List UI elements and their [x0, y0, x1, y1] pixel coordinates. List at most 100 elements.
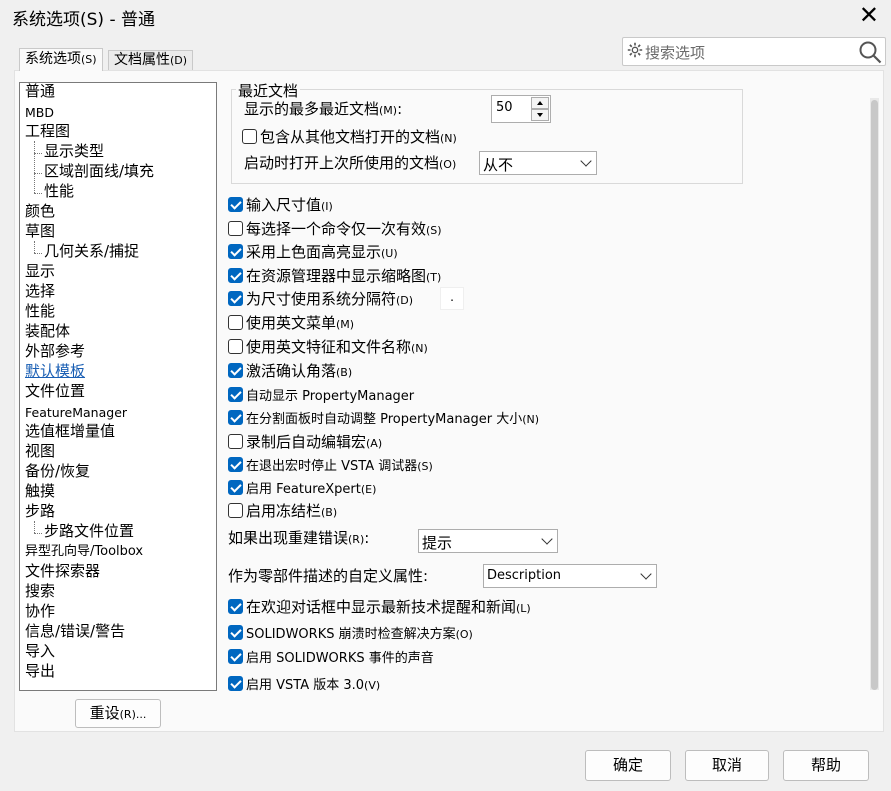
tree-item-colors[interactable]: 颜色: [25, 201, 55, 221]
option-row[interactable]: 输入尺寸值(I): [228, 194, 333, 214]
option-row[interactable]: 每选择一个命令仅一次有效(S): [228, 218, 442, 238]
tree-item-selection[interactable]: 选择: [25, 281, 55, 301]
tree-item-hole-wizard-toolbox[interactable]: 异型孔向导/Toolbox: [25, 542, 143, 562]
tree-item-export[interactable]: 导出: [25, 661, 55, 681]
tree-branch-line: [34, 153, 42, 154]
vertical-scrollbar[interactable]: [870, 98, 879, 690]
help-button[interactable]: 帮助: [783, 750, 869, 781]
option-row[interactable]: 使用英文菜单(M): [228, 312, 354, 332]
tab-system-options[interactable]: 系统选项(S): [19, 48, 103, 71]
option-text: 在欢迎对话框中显示最新技术提醒和新闻: [246, 597, 517, 616]
option-checkbox[interactable]: [228, 267, 243, 283]
close-icon[interactable]: ✕: [859, 2, 879, 28]
tree-item-touch[interactable]: 触摸: [25, 481, 55, 501]
tree-item-general[interactable]: 普通: [25, 83, 55, 101]
option-row[interactable]: 采用上色面高亮显示(U): [228, 241, 398, 261]
tab-document-properties[interactable]: 文档属性(D): [108, 50, 194, 70]
option-text: 启用 SOLIDWORKS 事件的声音: [246, 650, 434, 666]
option-row[interactable]: 在退出宏时停止 VSTA 调试器(S): [228, 454, 433, 474]
option-text: 激活确认角落: [246, 361, 337, 380]
startup-open-text: 启动时打开上次所使用的文档: [244, 154, 440, 172]
reset-button-key: (R)...: [119, 708, 147, 721]
option-row[interactable]: 在欢迎对话框中显示最新技术提醒和新闻(L): [228, 596, 531, 616]
option-checkbox[interactable]: [228, 433, 243, 449]
stepper-up-icon[interactable]: [531, 97, 549, 109]
search-input[interactable]: 搜索选项: [645, 42, 705, 63]
include-other-docs-checkbox[interactable]: [242, 128, 257, 144]
option-checkbox[interactable]: [228, 362, 243, 378]
cancel-button[interactable]: 取消: [685, 750, 769, 781]
tree-item-backup-recover[interactable]: 备份/恢复: [25, 461, 90, 481]
search-box[interactable]: 搜索选项: [622, 37, 886, 66]
option-row[interactable]: 录制后自动编辑宏(A): [228, 431, 382, 451]
option-row[interactable]: SOLIDWORKS 崩溃时检查解决方案(O): [228, 622, 473, 642]
tree-item-drawing-performance[interactable]: 性能: [44, 181, 74, 201]
option-checkbox[interactable]: [228, 456, 243, 472]
tree-item-assemblies[interactable]: 装配体: [25, 321, 70, 341]
include-other-docs-option[interactable]: 包含从其他文档打开的文档(N): [242, 126, 457, 146]
tree-item-view[interactable]: 视图: [25, 441, 55, 461]
tree-item-spin-box-increments[interactable]: 选值框增量值: [25, 421, 115, 441]
max-recent-value[interactable]: 50: [496, 100, 513, 115]
option-row[interactable]: 启用 VSTA 版本 3.0(V): [228, 673, 380, 693]
stepper-down-icon[interactable]: [531, 109, 549, 121]
magnifier-icon[interactable]: [857, 39, 883, 65]
tree-item-external-references[interactable]: 外部参考: [25, 341, 85, 361]
tree-item-display-style[interactable]: 显示类型: [44, 141, 104, 161]
custom-property-value: Description: [487, 568, 562, 583]
reset-button[interactable]: 重设(R)...: [75, 699, 161, 728]
tree-item-mbd[interactable]: MBD: [25, 103, 54, 123]
tree-item-relations-snaps[interactable]: 几何关系/捕捉: [44, 241, 139, 261]
option-checkbox[interactable]: [228, 624, 243, 640]
option-checkbox[interactable]: [228, 196, 243, 212]
rebuild-error-select[interactable]: 提示: [418, 529, 558, 553]
option-row[interactable]: 在资源管理器中显示缩略图(T): [228, 265, 441, 285]
tree-item-messages-errors-warnings[interactable]: 信息/错误/警告: [25, 621, 125, 641]
option-row[interactable]: 使用英文特征和文件名称(N): [228, 336, 428, 356]
option-checkbox[interactable]: [228, 243, 243, 259]
option-label: 在欢迎对话框中显示最新技术提醒和新闻(L): [246, 596, 531, 617]
option-label: 启用 FeatureXpert(E): [246, 478, 376, 497]
tree-item-default-templates[interactable]: 默认模板: [25, 361, 85, 381]
option-row[interactable]: 启用 SOLIDWORKS 事件的声音: [228, 646, 434, 666]
option-checkbox[interactable]: [228, 648, 243, 664]
tree-item-search[interactable]: 搜索: [25, 581, 55, 601]
tree-item-area-hatch[interactable]: 区域剖面线/填充: [44, 161, 154, 181]
option-checkbox[interactable]: [228, 479, 243, 495]
chevron-down-icon: [580, 155, 592, 167]
tree-item-featuremanager[interactable]: FeatureManager: [25, 403, 127, 423]
option-row[interactable]: 自动显示 PropertyManager: [228, 384, 414, 404]
ok-button[interactable]: 确定: [585, 750, 671, 781]
option-row[interactable]: 启用 FeatureXpert(E): [228, 477, 376, 497]
tree-item-file-explorer[interactable]: 文件探索器: [25, 561, 100, 581]
option-checkbox[interactable]: [228, 290, 243, 306]
option-row[interactable]: 为尺寸使用系统分隔符(D): [228, 288, 413, 308]
scrollbar-thumb[interactable]: [871, 100, 878, 690]
tree-item-drawings[interactable]: 工程图: [25, 121, 70, 141]
option-row[interactable]: 激活确认角落(B): [228, 360, 352, 380]
tree-item-routing-file-locations[interactable]: 步路文件位置: [44, 521, 134, 541]
option-checkbox[interactable]: [228, 338, 243, 354]
option-label: 每选择一个命令仅一次有效(S): [246, 218, 442, 239]
tree-item-collaboration[interactable]: 协作: [25, 601, 55, 621]
option-checkbox[interactable]: [228, 314, 243, 330]
startup-open-select[interactable]: 从不: [479, 151, 597, 175]
category-tree[interactable]: 普通 MBD 工程图 显示类型 区域剖面线/填充 性能 颜色 草图 几何关系/捕…: [19, 82, 217, 691]
tree-item-routing[interactable]: 步路: [25, 501, 55, 521]
option-checkbox[interactable]: [228, 409, 243, 425]
tree-item-file-locations[interactable]: 文件位置: [25, 381, 85, 401]
option-checkbox[interactable]: [228, 598, 243, 614]
tree-item-performance[interactable]: 性能: [25, 301, 55, 321]
option-checkbox[interactable]: [228, 675, 243, 691]
max-recent-stepper[interactable]: 50: [491, 95, 551, 123]
tree-item-sketch[interactable]: 草图: [25, 221, 55, 241]
tree-item-display[interactable]: 显示: [25, 261, 55, 281]
option-row[interactable]: 在分割面板时自动调整 PropertyManager 大小(N): [228, 407, 539, 427]
option-checkbox[interactable]: [228, 502, 243, 518]
custom-property-select[interactable]: Description: [483, 564, 657, 588]
option-row[interactable]: 启用冻结栏(B): [228, 500, 337, 520]
tree-item-import[interactable]: 导入: [25, 641, 55, 661]
option-label: 启用冻结栏(B): [246, 500, 337, 521]
option-checkbox[interactable]: [228, 220, 243, 236]
option-checkbox[interactable]: [228, 386, 243, 402]
